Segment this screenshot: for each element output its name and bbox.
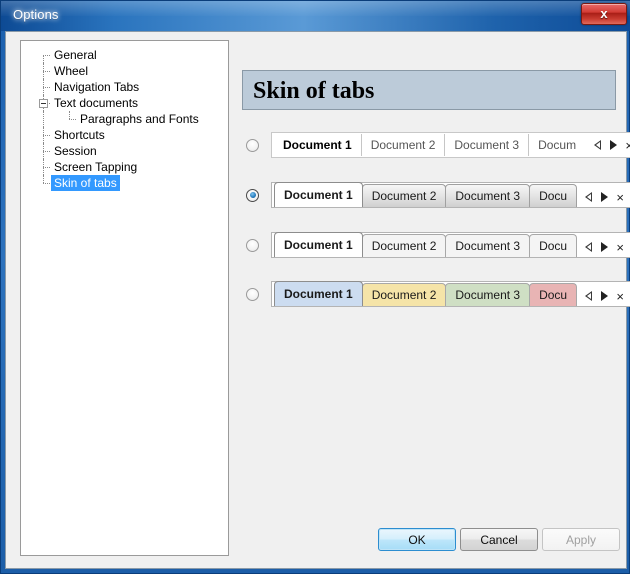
tree-item-label: Screen Tapping: [54, 160, 138, 174]
tree-item-label: Shortcuts: [54, 128, 105, 142]
tree-connector-horizontal: [43, 55, 50, 56]
tab-nav-controls: ×: [589, 135, 630, 155]
preview-tab[interactable]: Document 2: [361, 234, 447, 257]
tree-item-screen-tapping[interactable]: Screen Tapping: [21, 159, 228, 175]
tree-item-session[interactable]: Session: [21, 143, 228, 159]
preview-tab[interactable]: Docu: [529, 283, 578, 306]
options-tree-list: General Wheel Navigation Tabs Text document…: [21, 41, 228, 191]
preview-tab[interactable]: Document 1: [274, 134, 362, 156]
tree-connector-vertical-sub: [69, 111, 70, 119]
window-title: Options: [13, 7, 59, 22]
tree-connector-horizontal: [43, 135, 50, 136]
skin-option-row-2[interactable]: Document 1 Document 2 Document 3 Docu ×: [246, 180, 630, 210]
preview-tab[interactable]: Document 1: [274, 232, 363, 257]
triangle-left-icon[interactable]: [580, 187, 596, 207]
skin-radio-2[interactable]: [246, 188, 259, 202]
tree-item-label: Text documents: [54, 96, 139, 110]
tree-item-label: General: [54, 48, 97, 62]
skin-option-row-3[interactable]: Document 1 Document 2 Document 3 Docu ×: [246, 230, 630, 260]
preview-tab[interactable]: Document 2: [361, 184, 447, 207]
tree-collapse-icon[interactable]: [39, 99, 48, 108]
tree-connector-horizontal: [43, 167, 50, 168]
close-tab-glyph: ×: [616, 239, 624, 255]
options-tree-panel[interactable]: General Wheel Navigation Tabs Text document…: [20, 40, 229, 556]
triangle-right-icon[interactable]: [596, 237, 612, 257]
window-close-button[interactable]: x: [581, 3, 627, 25]
tree-item-navigation-tabs[interactable]: Navigation Tabs: [21, 79, 228, 95]
preview-tab[interactable]: Document 2: [361, 283, 447, 306]
skin-option-row-1[interactable]: Document 1 Document 2 Document 3 Docum ×: [246, 130, 630, 160]
tree-item-label: Navigation Tabs: [54, 80, 140, 94]
tree-item-paragraphs-and-fonts[interactable]: Paragraphs and Fonts: [21, 111, 228, 127]
page-title: Skin of tabs: [253, 78, 375, 104]
tree-item-label: Paragraphs and Fonts: [80, 112, 199, 126]
preview-tab[interactable]: Docu: [529, 184, 578, 207]
skin-option-row-4[interactable]: Document 1 Document 2 Document 3 Docu ×: [246, 279, 630, 309]
preview-tab[interactable]: Docum: [529, 134, 585, 156]
tab-nav-controls: ×: [580, 187, 630, 207]
tree-item-text-documents[interactable]: Text documents: [21, 95, 228, 111]
tree-connector-horizontal: [43, 71, 50, 72]
skin-radio-1[interactable]: [246, 138, 259, 152]
preview-tab[interactable]: Docu: [529, 234, 578, 257]
skin-radio-4[interactable]: [246, 287, 259, 301]
triangle-right-icon[interactable]: [596, 286, 612, 306]
apply-button: Apply: [542, 528, 620, 551]
preview-tab[interactable]: Document 3: [445, 283, 531, 306]
close-tab-icon[interactable]: ×: [621, 135, 630, 155]
preview-tab[interactable]: Document 3: [445, 234, 531, 257]
triangle-left-icon[interactable]: [580, 237, 596, 257]
triangle-right-icon[interactable]: [596, 187, 612, 207]
close-tab-icon[interactable]: ×: [612, 237, 628, 257]
triangle-left-icon[interactable]: [580, 286, 596, 306]
close-tab-icon[interactable]: ×: [612, 286, 628, 306]
close-tab-glyph: ×: [616, 189, 624, 205]
triangle-left-icon[interactable]: [589, 135, 605, 155]
skin-settings-panel: Skin of tabs Document 1 Document 2 Documen…: [242, 40, 630, 540]
preview-tab[interactable]: Document 2: [362, 134, 446, 156]
preview-tab[interactable]: Document 3: [445, 184, 531, 207]
tree-item-wheel[interactable]: Wheel: [21, 63, 228, 79]
tree-item-label: Wheel: [54, 64, 89, 78]
panel-header: Skin of tabs: [242, 70, 616, 110]
tree-connector-vertical: [43, 111, 45, 127]
tree-item-label: Skin of tabs: [51, 175, 120, 191]
title-bar-gloss: [1, 1, 630, 16]
dialog-client-area: General Wheel Navigation Tabs Text document…: [5, 31, 630, 569]
close-tab-glyph: ×: [625, 137, 630, 153]
skin-radio-3[interactable]: [246, 238, 259, 252]
tree-connector-horizontal: [69, 119, 76, 120]
preview-tab[interactable]: Document 1: [274, 182, 363, 207]
tree-connector-horizontal: [43, 183, 50, 184]
skin-preview-tabstrip-1: Document 1 Document 2 Document 3 Docum ×: [271, 132, 630, 158]
tree-item-general[interactable]: General: [21, 47, 228, 71]
close-tab-icon[interactable]: ×: [612, 187, 628, 207]
close-tab-glyph: ×: [616, 288, 624, 304]
tree-connector-horizontal: [43, 151, 50, 152]
skin-preview-tabstrip-3: Document 1 Document 2 Document 3 Docu ×: [271, 232, 630, 258]
tree-item-skin-of-tabs[interactable]: Skin of tabs: [21, 175, 228, 191]
tree-item-shortcuts[interactable]: Shortcuts: [21, 127, 228, 143]
tree-connector-horizontal: [43, 87, 50, 88]
tab-nav-controls: ×: [580, 237, 630, 257]
preview-tab[interactable]: Document 3: [445, 134, 530, 156]
preview-tab[interactable]: Document 1: [274, 281, 363, 306]
triangle-right-icon[interactable]: [605, 135, 621, 155]
skin-preview-tabstrip-4: Document 1 Document 2 Document 3 Docu ×: [271, 281, 630, 307]
title-bar: Options x: [1, 1, 630, 31]
ok-button[interactable]: OK: [378, 528, 456, 551]
skin-preview-tabstrip-2: Document 1 Document 2 Document 3 Docu ×: [271, 182, 630, 208]
tree-connector-vertical: [43, 175, 45, 183]
tree-item-label: Session: [54, 144, 97, 158]
tab-nav-controls: ×: [580, 286, 630, 306]
cancel-button[interactable]: Cancel: [460, 528, 538, 551]
options-dialog-window: Options x General Wheel Navigation Tabs Tex…: [0, 0, 630, 574]
